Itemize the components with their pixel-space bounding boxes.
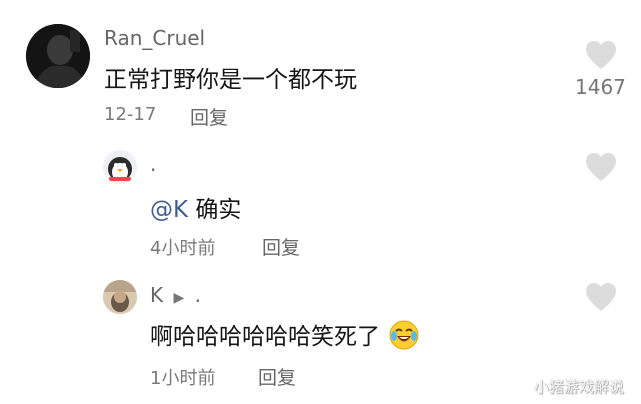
reply-body: 啊哈哈哈哈哈哈笑死了 <box>150 324 380 350</box>
comment-username[interactable]: Ran_Cruel <box>104 26 205 50</box>
reply-text: 啊哈哈哈哈哈哈笑死了 <box>150 317 419 351</box>
laughing-crying-emoji <box>389 320 419 350</box>
penguin-avatar <box>103 150 137 184</box>
reply-body: 确实 <box>188 197 242 223</box>
reply-button[interactable]: 回复 <box>190 103 228 130</box>
mention-link[interactable]: @K <box>150 197 188 223</box>
reply-button[interactable]: 回复 <box>258 363 296 390</box>
comment-text: 正常打野你是一个都不玩 <box>104 67 357 93</box>
reply-to-username[interactable]: . <box>195 283 201 307</box>
reply-username[interactable]: . <box>150 152 156 176</box>
heart-icon[interactable] <box>585 282 617 312</box>
avatar-photo <box>26 24 90 88</box>
watermark: 小猪游戏解说 <box>534 378 625 396</box>
avatar-photo <box>103 280 137 314</box>
reply-text: @K 确实 <box>150 190 241 224</box>
avatar[interactable] <box>103 280 137 314</box>
reply-time: 4小时前 <box>150 238 216 259</box>
like-count: 1467 <box>575 75 626 99</box>
heart-icon[interactable] <box>585 40 617 70</box>
reply-time: 1小时前 <box>150 368 216 389</box>
reply-arrow-icon: ▶ <box>173 290 185 306</box>
avatar[interactable] <box>103 150 137 184</box>
heart-icon[interactable] <box>585 152 617 182</box>
reply-header: K ▶ . <box>150 283 201 307</box>
avatar[interactable] <box>26 24 90 88</box>
reply-button[interactable]: 回复 <box>262 233 300 260</box>
comment-date: 12-17 <box>104 104 157 125</box>
reply-username[interactable]: K <box>150 283 163 307</box>
